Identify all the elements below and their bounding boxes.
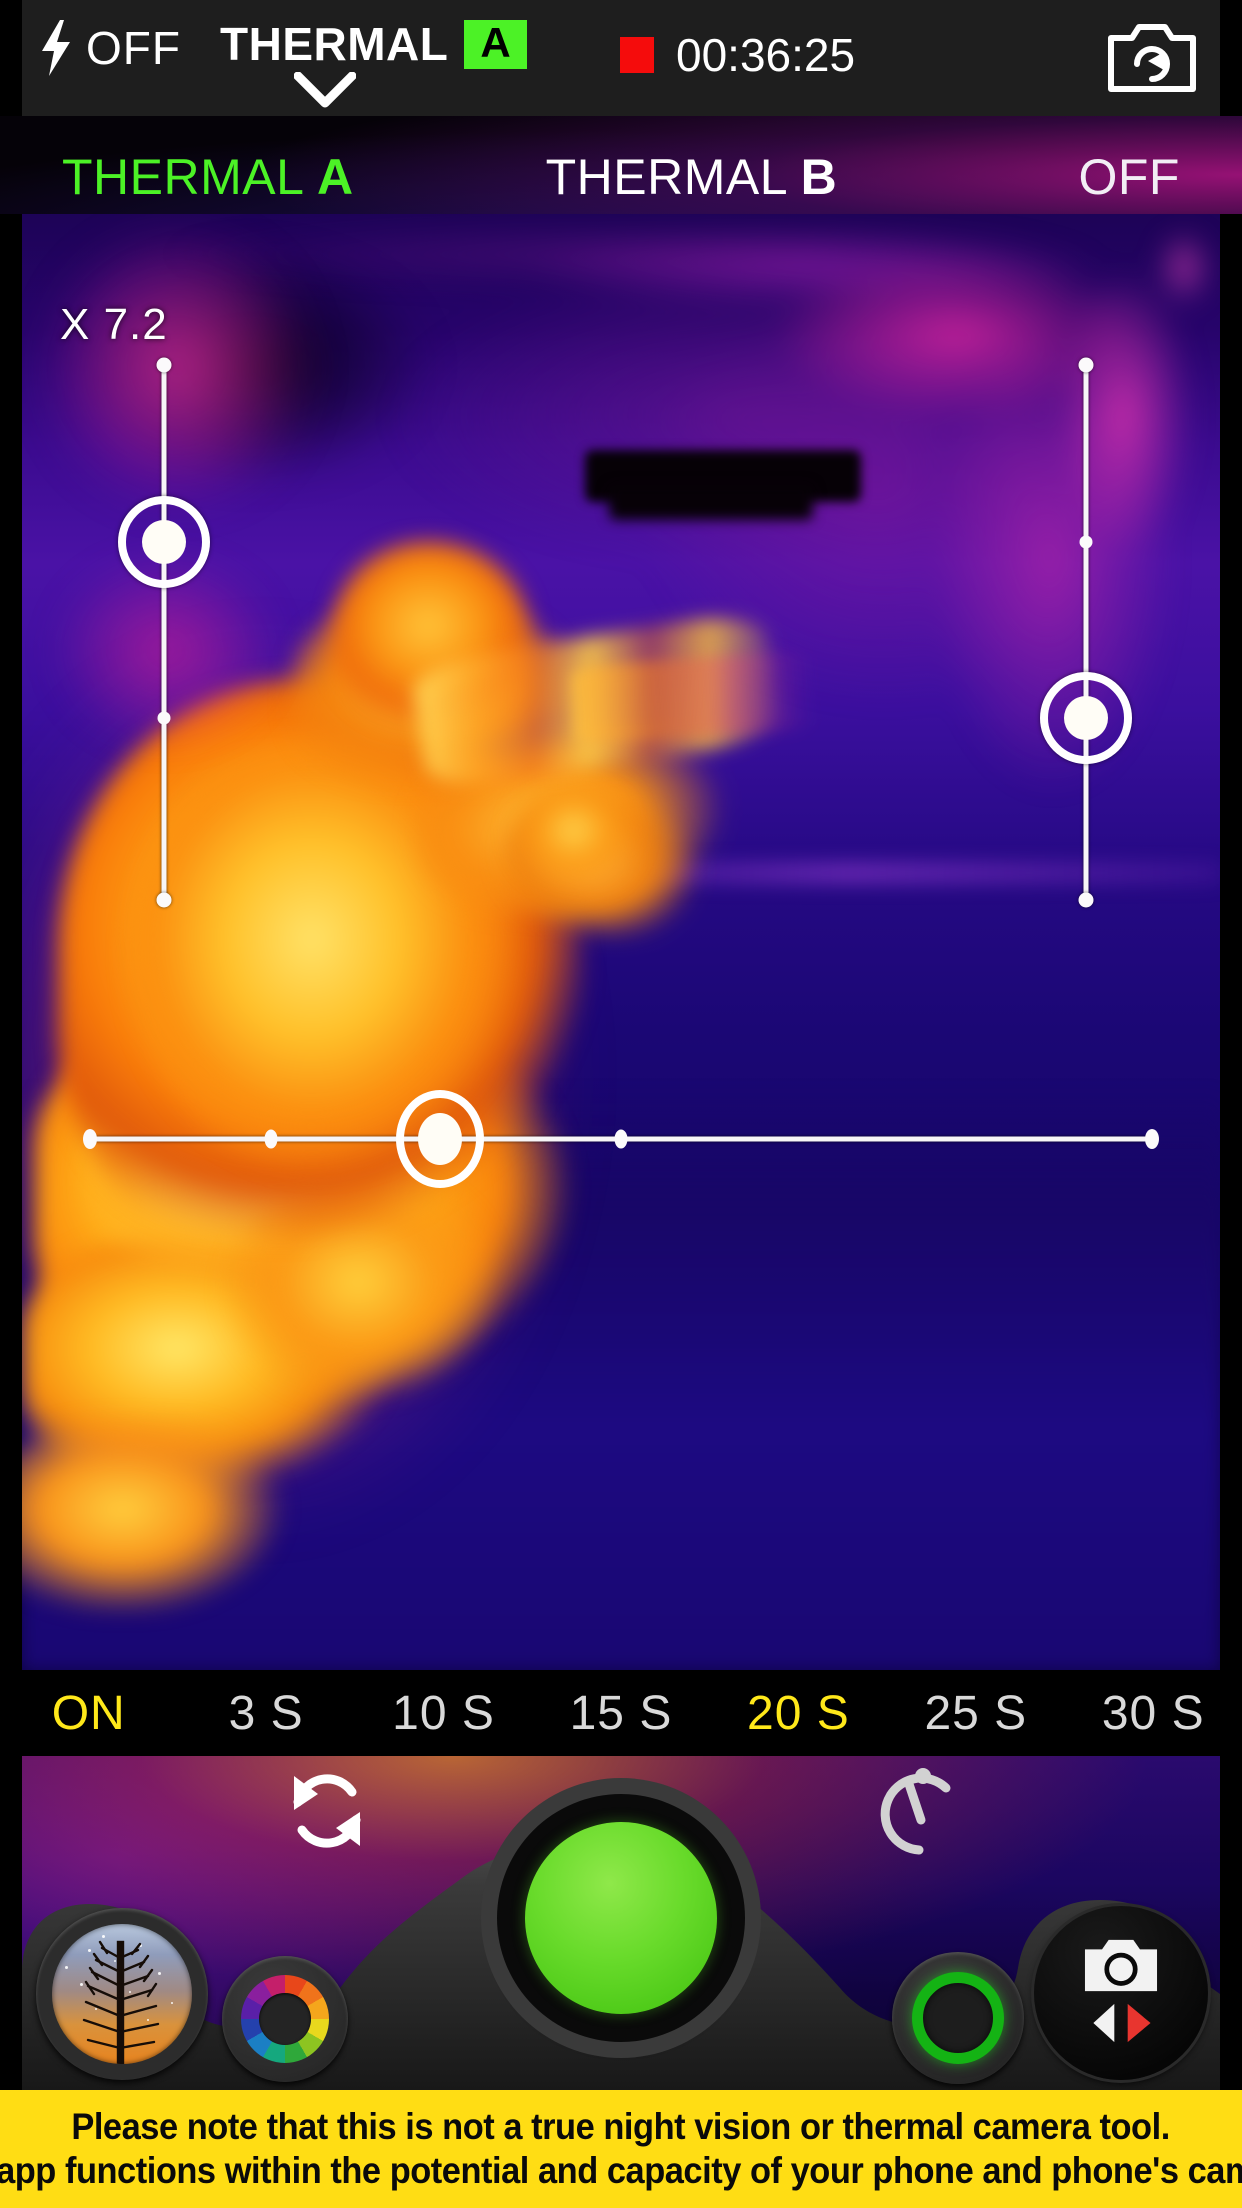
contrast-slider[interactable] <box>83 1090 1159 1188</box>
refresh-rotate-icon[interactable] <box>284 1768 370 1854</box>
recording-timer: 00:36:25 <box>676 29 856 81</box>
contrast-slider-thumb[interactable] <box>396 1090 485 1188</box>
mode-ring-indicator <box>912 1972 1004 2064</box>
thermal-mode-selector-row: THERMAL A THERMAL B OFF <box>0 116 1242 214</box>
chevron-right-icon <box>1127 2003 1151 2042</box>
zoom-slider-bottom-end <box>156 892 172 908</box>
brightness-slider-tick <box>1079 535 1093 549</box>
mode-option-off[interactable]: OFF <box>903 148 1208 206</box>
timer-option-15s[interactable]: 15 S <box>532 1686 709 1741</box>
mode-title: THERMAL <box>220 18 449 70</box>
chevron-left-icon <box>1093 2003 1115 2042</box>
zoom-slider-top-end <box>156 357 172 373</box>
gallery-thumbnail-image <box>52 1924 192 2064</box>
brightness-slider-bottom-end <box>1078 892 1094 908</box>
mode-option-b-label: THERMAL <box>545 149 787 205</box>
brightness-slider-top-end <box>1078 357 1094 373</box>
zoom-level-label: X 7.2 <box>60 300 168 349</box>
mode-option-a-label: THERMAL <box>62 149 303 205</box>
chevron-down-icon[interactable] <box>293 71 357 108</box>
brightness-slider-track[interactable] <box>1083 365 1089 900</box>
timer-option-10s[interactable]: 10 S <box>355 1686 532 1741</box>
disclaimer-line-2: The app functions within the potential a… <box>0 2150 1242 2191</box>
mode-option-thermal-b[interactable]: THERMAL B <box>480 148 903 206</box>
timer-selector-row: ON 3 S 10 S 15 S 20 S 25 S 30 S <box>0 1670 1242 1756</box>
color-wheel-icon <box>241 1975 329 2063</box>
contrast-slider-left-end <box>83 1129 97 1149</box>
mode-option-off-label: OFF <box>1078 149 1180 205</box>
mode-dropdown-button[interactable]: THERMAL A <box>220 14 527 74</box>
recording-mode-ring-button[interactable] <box>892 1952 1024 2084</box>
timer-option-25s[interactable]: 25 S <box>887 1686 1064 1741</box>
top-header-bar: OFF THERMAL A 00:36:25 <box>0 0 1242 116</box>
mode-option-a-letter: A <box>316 149 354 205</box>
disclaimer-banner: Please note that this is not a true nigh… <box>0 2090 1242 2208</box>
camera-icon <box>1083 1938 1159 1998</box>
brightness-slider[interactable] <box>1040 357 1132 908</box>
mode-badge: A <box>464 19 527 69</box>
zoom-slider[interactable] <box>118 357 210 908</box>
camera-flip-icon[interactable] <box>1106 18 1198 94</box>
disclaimer-line-1: Please note that this is not a true nigh… <box>71 2106 1171 2147</box>
flash-label: OFF <box>86 22 181 74</box>
shutter-button-core <box>525 1822 717 2014</box>
color-palette-wheel-button[interactable] <box>222 1956 348 2082</box>
contrast-slider-tick-2 <box>614 1129 628 1149</box>
zoom-slider-track[interactable] <box>161 365 167 900</box>
camera-switch-button[interactable] <box>1034 1906 1208 2080</box>
contrast-slider-tick-1 <box>264 1129 278 1149</box>
timer-option-20s[interactable]: 20 S <box>710 1686 887 1741</box>
timer-option-3s[interactable]: 3 S <box>177 1686 354 1741</box>
contrast-slider-right-end <box>1145 1129 1159 1149</box>
brightness-slider-thumb[interactable] <box>1040 672 1132 765</box>
shutter-button[interactable] <box>497 1794 745 2042</box>
lightning-bolt-icon <box>38 20 72 76</box>
timer-option-on[interactable]: ON <box>0 1686 177 1741</box>
recording-status: 00:36:25 <box>620 24 855 86</box>
zoom-slider-tick <box>157 711 171 725</box>
zoom-slider-thumb[interactable] <box>118 495 210 588</box>
flash-toggle[interactable]: OFF <box>38 12 181 84</box>
camera-switch-arrows[interactable] <box>1080 2002 1162 2049</box>
record-dot-icon <box>620 37 654 73</box>
timer-stopwatch-icon[interactable] <box>880 1764 962 1856</box>
bottom-control-deck <box>22 1756 1220 2090</box>
mode-option-thermal-a[interactable]: THERMAL A <box>34 148 480 206</box>
tree-silhouette <box>82 1940 160 2064</box>
timer-option-30s[interactable]: 30 S <box>1065 1686 1242 1741</box>
mode-option-b-letter: B <box>800 149 838 205</box>
app-root: OFF THERMAL A 00:36:25 THERMAL A THERMAL… <box>0 0 1242 2208</box>
gallery-thumbnail-button[interactable] <box>36 1908 208 2080</box>
